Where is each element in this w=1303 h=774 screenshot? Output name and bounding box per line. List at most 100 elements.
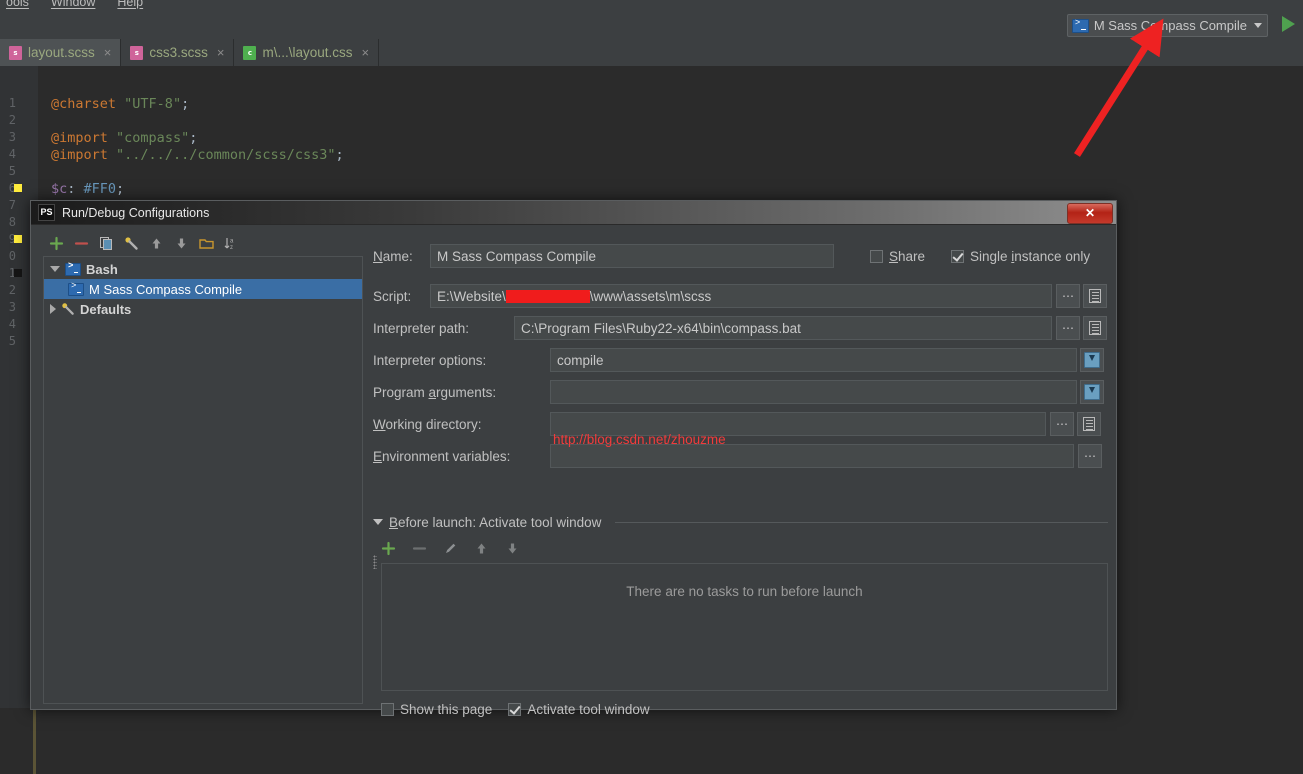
name-input[interactable]: M Sass Compass Compile [430,244,834,268]
share-checkbox-row[interactable]: Share [870,244,925,268]
interpreter-path-input[interactable]: C:\Program Files\Ruby22-x64\bin\compass.… [514,316,1052,340]
program-arguments-label: Program arguments: [373,384,497,400]
remove-task-icon [412,541,427,556]
run-configuration-name: M Sass Compass Compile [1093,18,1247,33]
insert-macro-icon [1084,352,1100,368]
environment-variables-label: Environment variables: [373,448,511,464]
wrench-icon [61,302,75,316]
tree-item-label: M Sass Compass Compile [89,281,243,297]
add-icon[interactable] [49,236,64,251]
run-button[interactable] [1282,16,1295,32]
close-tab-icon[interactable]: × [104,45,112,60]
chevron-right-icon[interactable] [50,304,56,314]
code-line: $c: #FF0; [51,181,125,197]
move-task-up-icon [474,541,489,556]
editor-tab-label: m\...\layout.css [262,45,353,60]
interpreter-path-macro-button[interactable] [1083,316,1107,340]
remove-icon[interactable] [74,236,89,251]
phpstorm-icon: PS [38,204,55,221]
close-tab-icon[interactable]: × [362,45,370,60]
checkbox-box[interactable] [508,703,522,716]
working-directory-macro-button[interactable] [1077,412,1101,436]
checkbox-box[interactable] [951,249,964,263]
environment-variables-input[interactable] [550,444,1074,468]
svg-text:a: a [230,238,234,244]
chevron-down-icon[interactable] [50,266,60,272]
editor-tab-css3-scss[interactable]: s css3.scss × [121,39,235,66]
configurations-toolbar: az [43,230,363,256]
empty-state-text: There are no tasks to run before launch [626,584,863,599]
program-arguments-macro-button[interactable] [1080,380,1104,404]
dialog-title: Run/Debug Configurations [62,205,210,220]
separator-line [615,521,1108,523]
bottom-checkbox-group: Show this page Activate tool window [381,702,650,717]
program-arguments-input[interactable] [550,380,1077,404]
script-input[interactable]: E:\Website\ \www\assets\m\scss [430,284,1052,308]
script-browse-button[interactable]: ⋯ [1056,284,1080,308]
working-directory-label: Working directory: [373,416,482,432]
main-toolbar: M Sass Compass Compile [0,11,1303,40]
list-icon [1089,289,1101,303]
move-task-down-icon [505,541,520,556]
move-up-icon[interactable] [149,236,164,251]
tree-item-m-sass-compass-compile[interactable]: M Sass Compass Compile [44,279,362,299]
checkbox-box[interactable] [381,703,394,716]
interpreter-options-macro-button[interactable] [1080,348,1104,372]
single-instance-checkbox[interactable]: Single instance only [951,249,1090,264]
gutter-marker[interactable] [14,184,22,192]
configurations-tree[interactable]: Bash M Sass Compass Compile Defaults [43,256,363,704]
line-number: 5 [8,164,16,178]
line-number: 5 [8,334,16,348]
gutter-marker[interactable] [14,269,22,277]
editor-tab-layout-css[interactable]: c m\...\layout.css × [234,39,380,66]
bash-icon [65,261,81,276]
share-checkbox[interactable]: Share [870,249,925,264]
chevron-down-icon [1254,23,1262,28]
run-configuration-selector[interactable]: M Sass Compass Compile [1066,14,1268,37]
editor-tab-layout-scss[interactable]: s layout.scss × [0,39,122,66]
script-macro-button[interactable] [1083,284,1107,308]
gutter-marker[interactable] [14,235,22,243]
tree-item-label: Defaults [80,301,132,317]
name-label: Name: [373,248,413,264]
line-number: 4 [8,317,16,331]
copy-icon[interactable] [99,236,114,251]
activate-tool-window-checkbox[interactable]: Activate tool window [508,702,650,717]
menu-item-help[interactable]: Help [117,0,143,9]
before-launch-task-list[interactable]: There are no tasks to run before launch [381,563,1108,691]
dialog-title-bar[interactable]: PS Run/Debug Configurations ✕ [31,201,1116,225]
interpreter-options-input[interactable]: compile [550,348,1077,372]
before-launch-header[interactable]: Before launch: Activate tool window [373,513,1108,531]
interpreter-path-browse-button[interactable]: ⋯ [1056,316,1080,340]
environment-variables-browse-button[interactable]: ⋯ [1078,444,1102,468]
sort-alphabetically-icon[interactable]: az [224,236,239,251]
name-row: Name: M Sass Compass Compile [373,244,834,268]
checkbox-box[interactable] [870,249,883,263]
resize-grip[interactable] [373,555,377,569]
menu-item-window[interactable]: Window [51,0,95,9]
interpreter-path-row: Interpreter path: C:\Program Files\Ruby2… [373,316,1108,340]
triangle-down-icon[interactable] [373,519,383,525]
script-value-suffix: \www\assets\m\scss [589,288,712,304]
editor-tab-label: css3.scss [149,45,208,60]
working-directory-browse-button[interactable]: ⋯ [1050,412,1074,436]
show-this-page-checkbox[interactable]: Show this page [381,702,492,717]
working-directory-row: Working directory: ⋯ [373,412,1108,436]
line-number: 2 [8,113,16,127]
menu-item-tools[interactable]: ools [6,0,29,9]
bash-icon [68,281,84,296]
tree-group-bash[interactable]: Bash [44,259,362,279]
move-down-icon[interactable] [174,236,189,251]
new-folder-icon[interactable] [199,236,214,251]
tree-group-defaults[interactable]: Defaults [44,299,362,319]
menu-items: ools Window Help [0,0,143,11]
close-icon[interactable]: ✕ [1067,203,1113,224]
before-launch-title: Before launch: Activate tool window [389,514,602,530]
code-line: @import "compass"; [51,130,198,146]
interpreter-options-row: Interpreter options: compile [373,348,1108,372]
edit-defaults-icon[interactable] [124,236,139,251]
close-tab-icon[interactable]: × [217,45,225,60]
single-instance-checkbox-row[interactable]: Single instance only [951,244,1090,268]
add-task-icon[interactable] [381,541,396,556]
list-icon [1083,417,1095,431]
